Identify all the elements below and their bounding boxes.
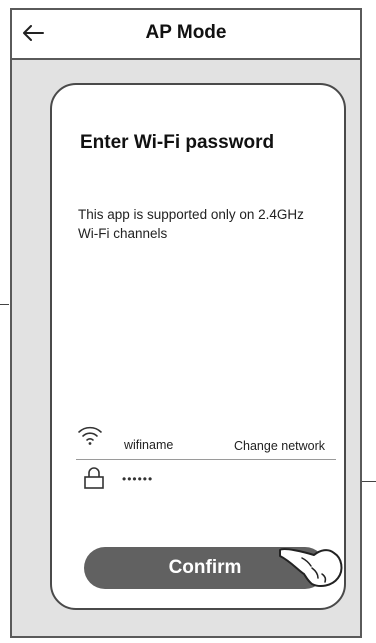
change-network-link[interactable]: Change network bbox=[234, 439, 325, 453]
header-bar: AP Mode bbox=[12, 10, 360, 60]
callout-line-left bbox=[0, 304, 9, 305]
confirm-button-label: Confirm bbox=[168, 557, 242, 578]
wifi-icon bbox=[78, 426, 102, 445]
wifi-network-name: wifiname bbox=[124, 438, 174, 452]
field-divider bbox=[76, 459, 336, 460]
confirm-button[interactable]: Confirm bbox=[84, 547, 326, 589]
page-title: AP Mode bbox=[145, 22, 227, 43]
card-heading: Enter Wi-Fi password bbox=[80, 132, 275, 153]
card-description: This app is supported only on 2.4GHz Wi-… bbox=[78, 207, 304, 241]
password-field[interactable] bbox=[122, 470, 322, 488]
phone-frame: AP Mode Enter Wi-Fi password This app is… bbox=[10, 8, 362, 638]
lock-icon bbox=[84, 467, 104, 489]
wifi-password-card: Enter Wi-Fi password This app is support… bbox=[50, 83, 346, 610]
